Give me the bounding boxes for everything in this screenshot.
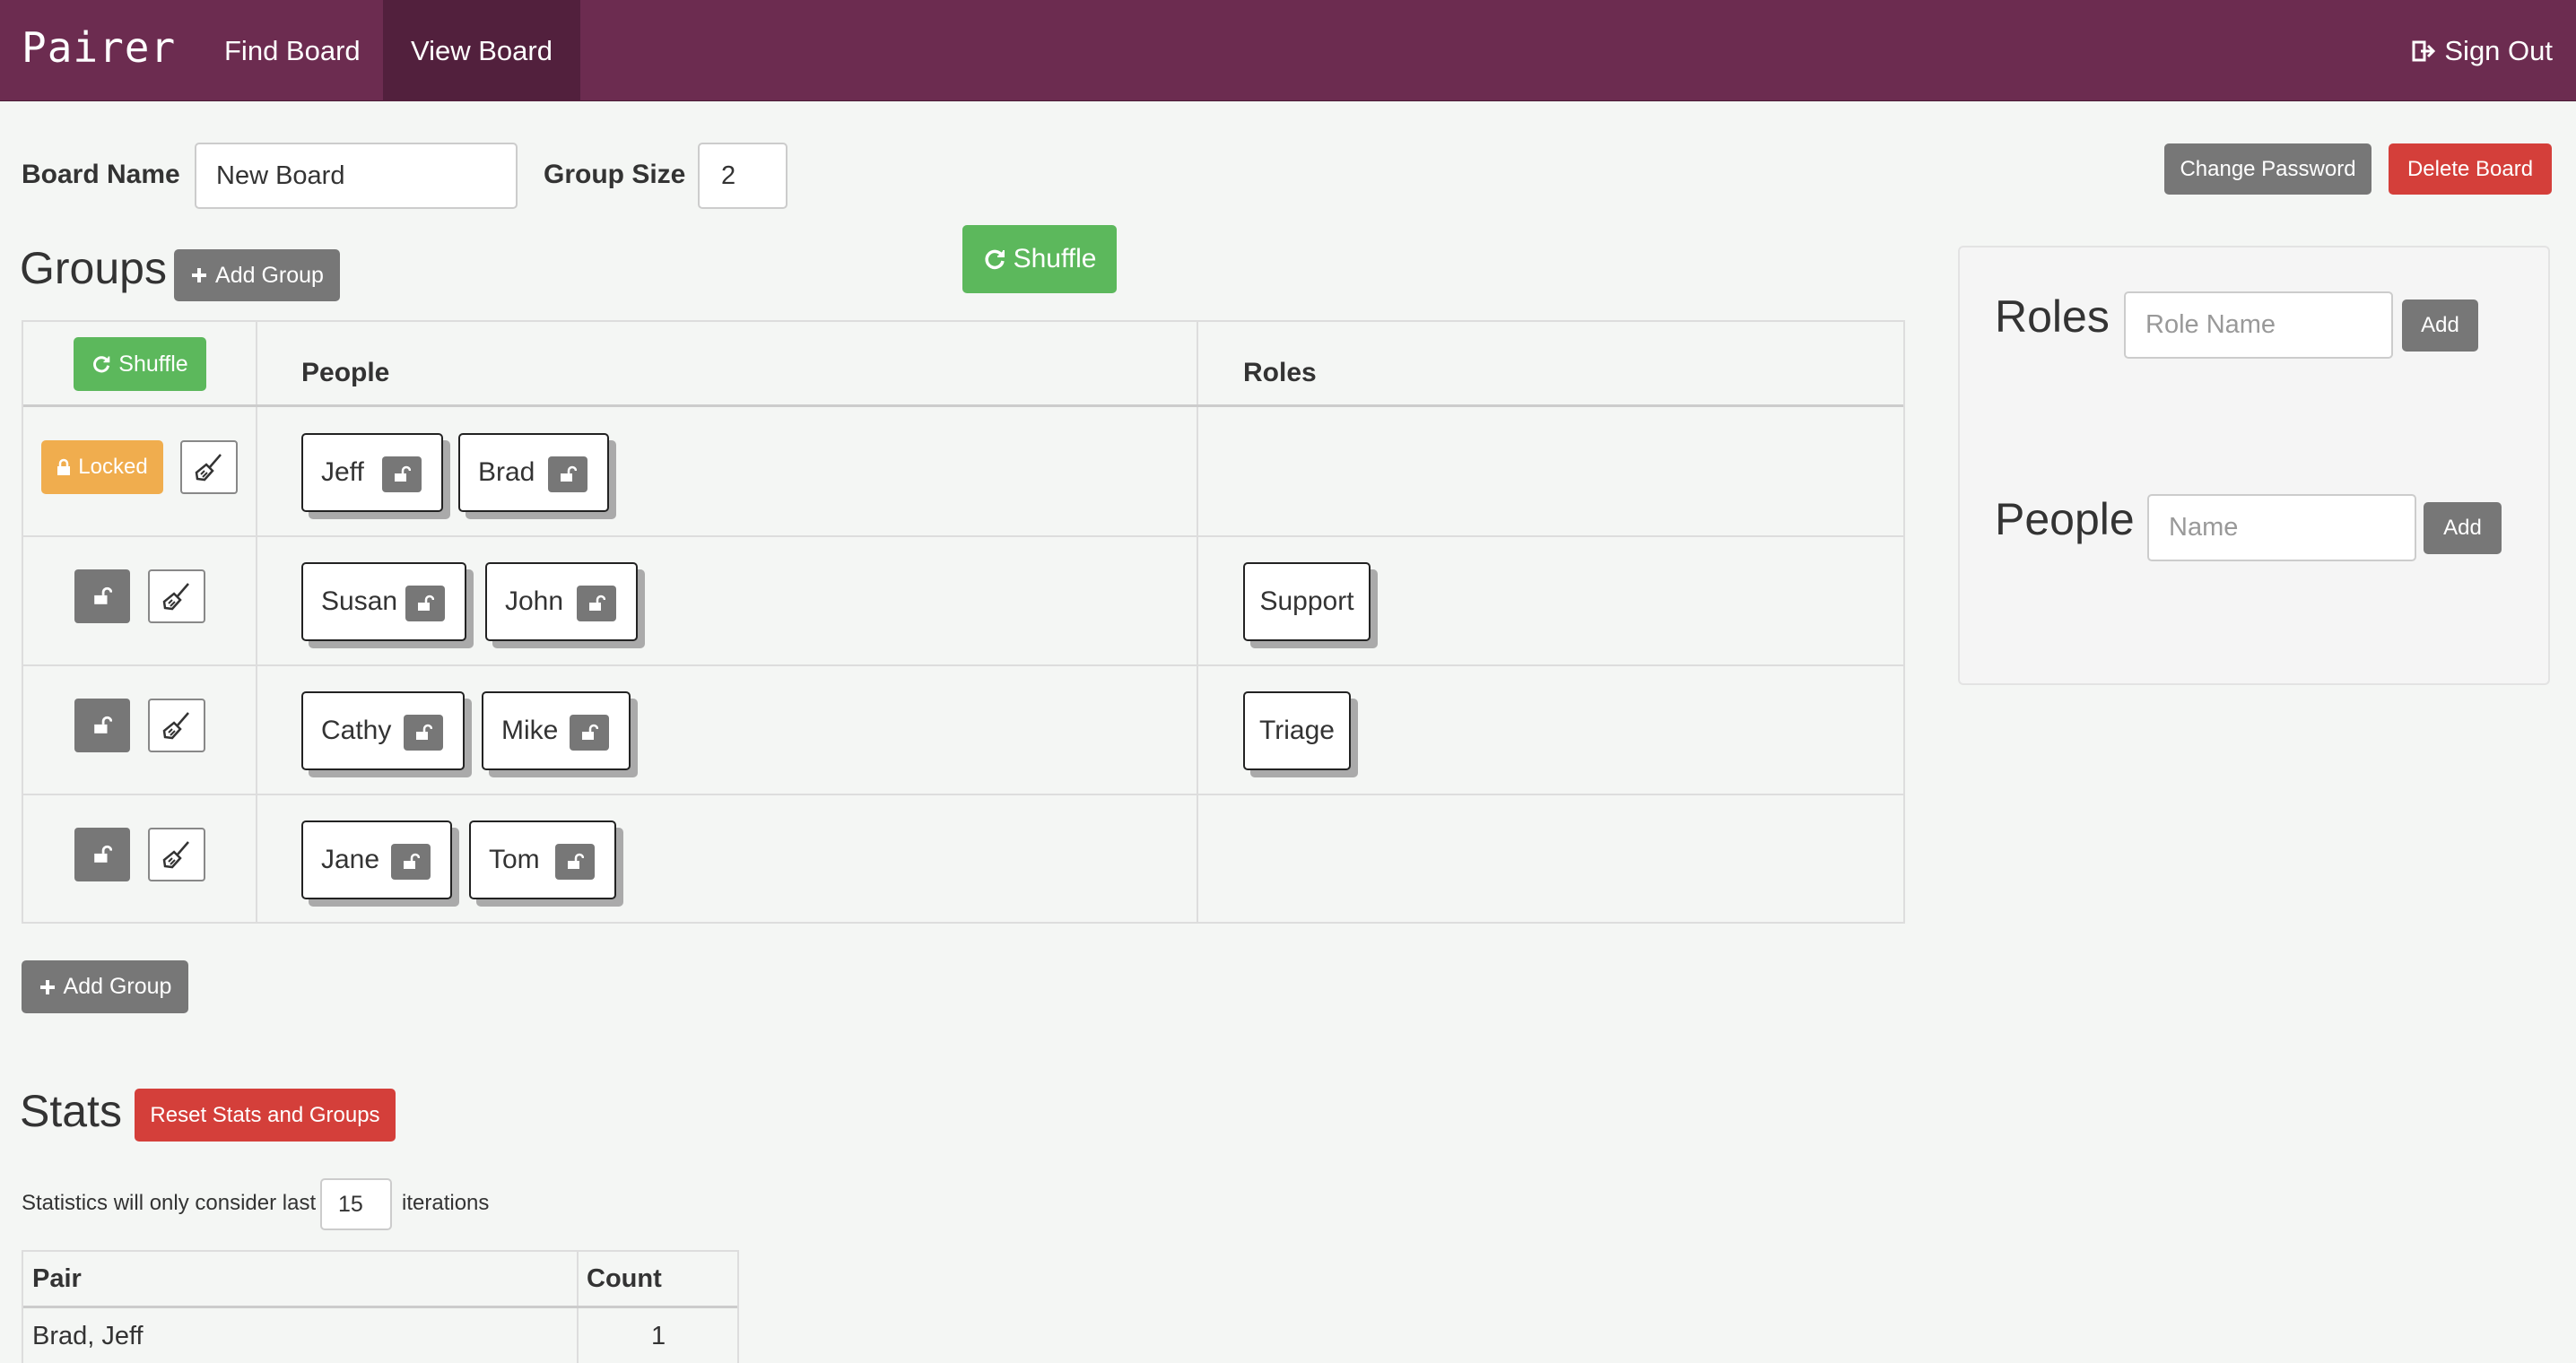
shuffle-main-button[interactable]: Shuffle [962, 225, 1117, 293]
person-chip-john[interactable]: John [485, 562, 638, 641]
clear-group-button[interactable] [148, 569, 205, 623]
side-panel: Roles Add People Add [1958, 246, 2550, 685]
unlock-icon[interactable] [404, 715, 443, 751]
board-name-label: Board Name [22, 160, 180, 189]
nav-find-board[interactable]: Find Board [196, 0, 388, 101]
add-group-button[interactable]: Add Group [174, 249, 340, 301]
clear-group-button[interactable] [148, 699, 205, 752]
stats-title: Stats [20, 1086, 122, 1136]
column-header-pair: Pair [32, 1264, 82, 1293]
unlock-icon [94, 586, 112, 604]
clear-group-button[interactable] [148, 828, 205, 881]
unlock-group-button[interactable] [74, 699, 130, 752]
sign-out-icon [2412, 40, 2436, 62]
refresh-icon [93, 356, 110, 373]
person-chip-tom[interactable]: Tom [469, 820, 616, 899]
person-name: John [505, 586, 564, 616]
person-name-input[interactable] [2147, 494, 2416, 561]
board-name-input[interactable] [195, 143, 518, 209]
person-name: Mike [501, 716, 559, 745]
stats-row-count: 1 [651, 1322, 666, 1350]
column-header-roles: Roles [1243, 358, 1317, 387]
column-header-count: Count [587, 1264, 662, 1293]
unlock-icon[interactable] [577, 586, 616, 621]
reset-stats-button[interactable]: Reset Stats and Groups [135, 1089, 396, 1142]
unlock-group-button[interactable] [74, 828, 130, 881]
unlock-icon[interactable] [548, 456, 587, 492]
person-name: Tom [489, 845, 540, 874]
group-size-label: Group Size [544, 160, 686, 189]
unlock-icon[interactable] [391, 844, 431, 880]
add-person-button[interactable]: Add [2424, 502, 2502, 554]
role-chip-triage[interactable]: Triage [1243, 691, 1351, 770]
person-name: Brad [478, 457, 535, 487]
stats-note-prefix: Statistics will only consider last [22, 1191, 317, 1215]
brand-logo[interactable]: Pairer [22, 23, 176, 72]
person-name: Susan [321, 586, 398, 616]
unlock-icon[interactable] [570, 715, 609, 751]
role-chip-support[interactable]: Support [1243, 562, 1371, 641]
broom-icon [162, 841, 189, 869]
person-chip-jane[interactable]: Jane [301, 820, 452, 899]
stats-table: Pair Count Brad, Jeff 1 [22, 1250, 739, 1363]
person-name: Cathy [321, 716, 392, 745]
column-header-people: People [301, 358, 390, 387]
iterations-input[interactable] [320, 1178, 392, 1230]
groups-title: Groups [20, 243, 167, 293]
unlock-icon[interactable] [405, 586, 445, 621]
add-group-label: Add Group [215, 262, 324, 288]
refresh-icon [984, 249, 1005, 270]
roles-title: Roles [1995, 291, 2110, 342]
person-name: Jane [321, 845, 380, 874]
person-chip-brad[interactable]: Brad [458, 433, 609, 512]
unlock-group-button[interactable] [74, 569, 130, 623]
people-title: People [1995, 494, 2135, 544]
person-chip-jeff[interactable]: Jeff [301, 433, 443, 512]
broom-icon [162, 583, 189, 611]
sign-out-link[interactable]: Sign Out [2412, 0, 2553, 101]
shuffle-main-label: Shuffle [1013, 244, 1097, 273]
add-group-bottom-label: Add Group [63, 974, 172, 999]
unlock-icon [94, 845, 112, 863]
person-chip-cathy[interactable]: Cathy [301, 691, 465, 770]
lock-icon [57, 458, 71, 475]
shuffle-table-label: Shuffle [118, 351, 188, 377]
shuffle-table-button[interactable]: Shuffle [74, 337, 206, 391]
stats-row-pair: Brad, Jeff [32, 1322, 144, 1350]
unlock-icon[interactable] [555, 844, 595, 880]
stats-note-suffix: iterations [402, 1191, 490, 1215]
add-group-bottom-button[interactable]: Add Group [22, 960, 188, 1013]
person-chip-susan[interactable]: Susan [301, 562, 466, 641]
delete-board-button[interactable]: Delete Board [2389, 143, 2552, 195]
person-chip-mike[interactable]: Mike [482, 691, 631, 770]
navbar: Pairer Find Board View Board Sign Out [0, 0, 2576, 101]
locked-button[interactable]: Locked [41, 440, 163, 494]
broom-icon [162, 712, 189, 740]
plus-icon [39, 979, 55, 994]
person-name: Jeff [321, 457, 364, 487]
groups-table: Shuffle People Roles Locked Jeff Brad Su… [22, 320, 1905, 924]
unlock-icon[interactable] [382, 456, 422, 492]
role-name-input[interactable] [2124, 291, 2393, 359]
add-role-button[interactable]: Add [2402, 300, 2478, 352]
unlock-icon [94, 716, 112, 734]
locked-label: Locked [78, 455, 148, 479]
nav-view-board[interactable]: View Board [383, 0, 580, 101]
plus-icon [192, 268, 207, 282]
group-size-input[interactable] [698, 143, 788, 209]
clear-group-button[interactable] [180, 440, 238, 494]
change-password-button[interactable]: Change Password [2164, 143, 2371, 195]
sign-out-label: Sign Out [2444, 35, 2553, 66]
broom-icon [195, 454, 222, 482]
